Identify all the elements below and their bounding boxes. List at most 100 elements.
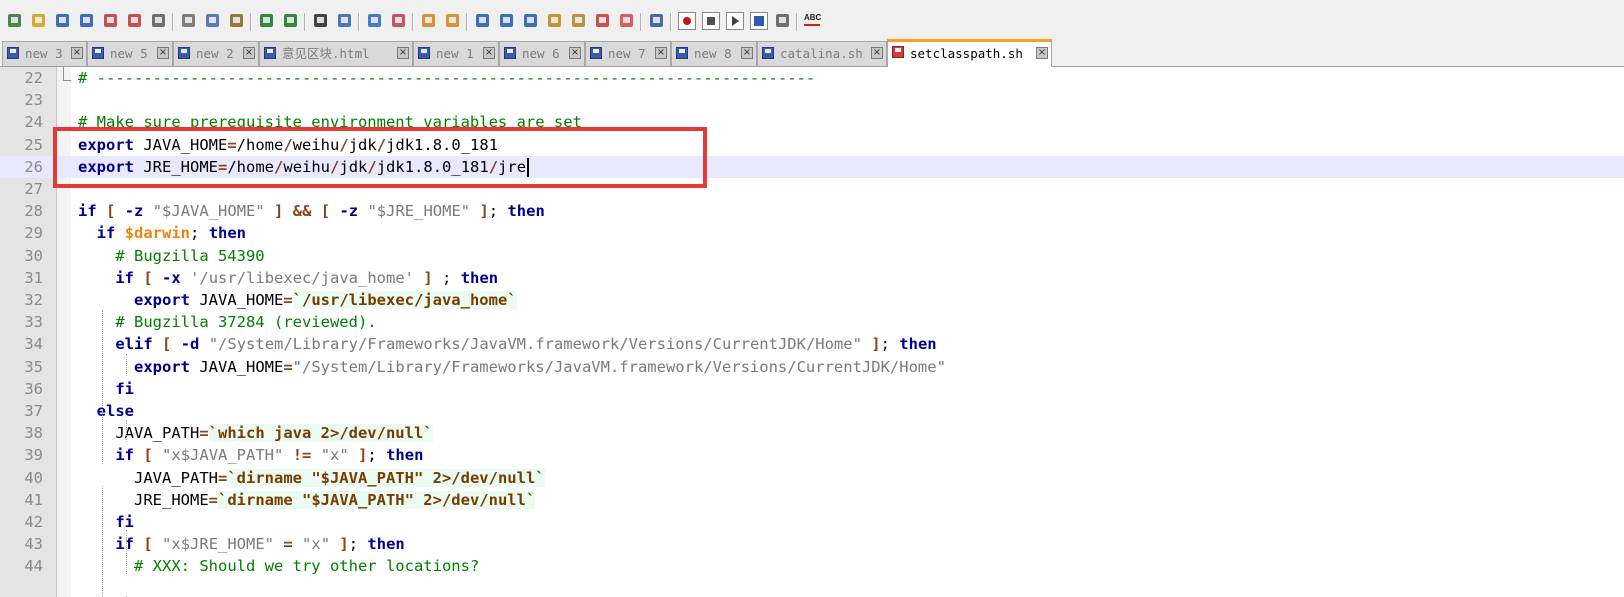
code-text: export JRE_HOME=/home/weihu/jdk/jdk1.8.0… bbox=[78, 157, 527, 176]
code-line[interactable]: 44 # XXX: Should we try other locations? bbox=[0, 555, 1624, 577]
line-number: 26 bbox=[24, 157, 43, 176]
tab-label: new 2 bbox=[196, 46, 234, 61]
line-number: 34 bbox=[24, 335, 43, 354]
code-line[interactable]: 29 if $darwin; then bbox=[0, 222, 1624, 244]
tab-close-icon[interactable]: × bbox=[397, 47, 409, 59]
code-line[interactable]: 33 # Bugzilla 37284 (reviewed). bbox=[0, 311, 1624, 333]
word-wrap-icon[interactable] bbox=[474, 12, 492, 30]
text-cursor bbox=[527, 157, 529, 177]
tab-label: catalina.sh bbox=[780, 46, 863, 61]
code-editor[interactable]: 22 # ------------------------------------… bbox=[0, 67, 1624, 597]
code-text: if [ -z "$JAVA_HOME" ] && [ -z "$JRE_HOM… bbox=[78, 202, 545, 221]
code-text: elif [ -d "/System/Library/Frameworks/Ja… bbox=[115, 335, 937, 354]
spell-check-icon[interactable]: ABC bbox=[804, 12, 822, 30]
play-macro-icon[interactable] bbox=[726, 12, 744, 30]
tab-close-icon[interactable]: × bbox=[71, 47, 83, 59]
tab-2[interactable]: new 5 × bbox=[87, 41, 173, 66]
function-list-icon[interactable] bbox=[594, 12, 612, 30]
line-number: 39 bbox=[24, 446, 43, 465]
code-line[interactable]: 26 export JRE_HOME=/home/weihu/jdk/jdk1.8… bbox=[0, 155, 1624, 178]
close-icon[interactable] bbox=[102, 12, 120, 30]
print-icon[interactable] bbox=[150, 12, 168, 30]
line-number: 43 bbox=[24, 535, 43, 554]
code-line[interactable]: 25 export JAVA_HOME=/home/weihu/jdk/jdk1.… bbox=[0, 134, 1624, 156]
indent-guide bbox=[126, 420, 128, 442]
stop-macro-icon[interactable] bbox=[702, 12, 720, 30]
code-line[interactable]: 36 fi bbox=[0, 378, 1624, 400]
tab-5[interactable]: new 1 × bbox=[413, 41, 499, 66]
zoom-out-icon[interactable] bbox=[390, 12, 408, 30]
tab-close-icon[interactable]: × bbox=[569, 47, 581, 59]
redo-icon[interactable] bbox=[282, 12, 300, 30]
saved-file-icon bbox=[676, 47, 688, 59]
paste-icon[interactable] bbox=[228, 12, 246, 30]
code-line[interactable]: 43 if [ "x$JRE_HOME" = "x" ]; then bbox=[0, 533, 1624, 555]
undo-icon[interactable] bbox=[258, 12, 276, 30]
save-all-icon[interactable] bbox=[78, 12, 96, 30]
code-text: JAVA_PATH=`which java 2>/dev/null` bbox=[78, 424, 433, 443]
code-text: if $darwin; then bbox=[96, 224, 247, 243]
tab-close-icon[interactable]: × bbox=[157, 47, 169, 59]
folder-workspace-icon[interactable] bbox=[618, 12, 636, 30]
tab-close-icon[interactable]: × bbox=[741, 47, 753, 59]
save-macro-icon[interactable] bbox=[774, 12, 792, 30]
open-file-icon[interactable] bbox=[30, 12, 48, 30]
tab-6[interactable]: new 6 × bbox=[499, 41, 585, 66]
tab-9[interactable]: catalina.sh × bbox=[757, 41, 887, 66]
tab-close-icon[interactable]: × bbox=[871, 47, 883, 59]
sync-vertical-icon[interactable] bbox=[420, 12, 438, 30]
sync-horizontal-icon[interactable] bbox=[444, 12, 462, 30]
code-line[interactable]: 23 bbox=[0, 89, 1624, 111]
tab-close-icon[interactable]: × bbox=[655, 47, 667, 59]
record-macro-icon[interactable] bbox=[678, 12, 696, 30]
code-line[interactable]: 30 # Bugzilla 54390 bbox=[0, 245, 1624, 267]
define-language-icon[interactable] bbox=[546, 12, 564, 30]
code-line[interactable]: 28 if [ -z "$JAVA_HOME" ] && [ -z "$JRE_H… bbox=[0, 200, 1624, 222]
save-icon[interactable] bbox=[54, 12, 72, 30]
saved-file-icon bbox=[92, 47, 104, 59]
new-file-icon[interactable] bbox=[6, 12, 24, 30]
document-map-icon[interactable] bbox=[570, 12, 588, 30]
show-all-chars-icon[interactable] bbox=[498, 12, 516, 30]
tab-8[interactable]: new 8 × bbox=[671, 41, 757, 66]
cut-icon[interactable] bbox=[180, 12, 198, 30]
indent-guide-icon[interactable] bbox=[522, 12, 540, 30]
code-line[interactable]: 41 JRE_HOME=`dirname "$JAVA_PATH" 2>/dev… bbox=[0, 489, 1624, 511]
code-line[interactable]: 22 # ------------------------------------… bbox=[0, 67, 1624, 89]
code-line[interactable]: 27 bbox=[0, 178, 1624, 200]
code-line[interactable]: 34 elif [ -d "/System/Library/Frameworks… bbox=[0, 333, 1624, 355]
tab-7[interactable]: new 7 × bbox=[585, 41, 671, 66]
tab-3[interactable]: new 2 × bbox=[173, 41, 259, 66]
tab-close-icon[interactable]: × bbox=[1036, 47, 1048, 59]
code-text: # Bugzilla 37284 (reviewed). bbox=[115, 313, 377, 332]
code-line[interactable]: 32 export JAVA_HOME=`/usr/libexec/java_h… bbox=[0, 289, 1624, 311]
zoom-in-icon[interactable] bbox=[366, 12, 384, 30]
toolbar-separator bbox=[250, 13, 252, 31]
code-line[interactable]: 31 if [ -x '/usr/libexec/java_home' ] ; … bbox=[0, 267, 1624, 289]
replace-icon[interactable] bbox=[336, 12, 354, 30]
code-line[interactable]: 42 fi bbox=[0, 511, 1624, 533]
tab-1[interactable]: new 3 × bbox=[2, 41, 87, 66]
find-icon[interactable] bbox=[312, 12, 330, 30]
copy-icon[interactable] bbox=[204, 12, 222, 30]
code-line[interactable]: 35 export JAVA_HOME="/System/Library/Fra… bbox=[0, 356, 1624, 378]
close-all-icon[interactable] bbox=[126, 12, 144, 30]
run-macro-multiple-icon[interactable] bbox=[750, 12, 768, 30]
code-line[interactable]: 40 JAVA_PATH=`dirname "$JAVA_PATH" 2>/de… bbox=[0, 467, 1624, 489]
monitoring-icon[interactable] bbox=[648, 12, 666, 30]
saved-file-icon bbox=[264, 47, 276, 59]
code-line[interactable]: 24 # Make sure prerequisite environment v… bbox=[0, 111, 1624, 133]
code-line[interactable]: 38 JAVA_PATH=`which java 2>/dev/null` bbox=[0, 422, 1624, 444]
code-line[interactable]: 37 else bbox=[0, 400, 1624, 422]
line-number: 40 bbox=[24, 468, 43, 487]
tab-label: new 3 bbox=[25, 46, 63, 61]
code-line[interactable]: 39 if [ "x$JAVA_PATH" != "x" ]; then bbox=[0, 444, 1624, 466]
tab-4[interactable]: 意见区块.html × bbox=[259, 41, 413, 66]
tab-label: new 1 bbox=[436, 46, 474, 61]
line-number: 23 bbox=[24, 91, 43, 110]
tab-close-icon[interactable]: × bbox=[483, 47, 495, 59]
tab-close-icon[interactable]: × bbox=[243, 47, 255, 59]
tab-10[interactable]: setclasspath.sh × bbox=[887, 39, 1052, 67]
saved-file-icon bbox=[762, 47, 774, 59]
line-number: 22 bbox=[24, 69, 43, 87]
